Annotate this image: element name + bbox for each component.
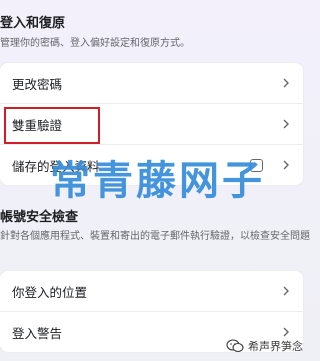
- security-section-description: 針對各個應用程式、裝置和寄出的電子郵件執行驗證，以檢查安全問題: [0, 231, 310, 242]
- security-section-title: 帳號安全檢查: [0, 209, 79, 224]
- login-section-description: 管理你的密碼、登入偏好設定和復原方式。: [0, 38, 190, 49]
- change-password-row[interactable]: 更改密碼: [0, 63, 303, 103]
- chevron-right-icon: [281, 119, 291, 129]
- login-locations-label: 你登入的位置: [12, 285, 88, 300]
- chevron-right-icon: [281, 78, 291, 88]
- chevron-right-icon: [281, 327, 291, 337]
- chevron-right-icon: [281, 160, 291, 170]
- login-alerts-label: 登入警告: [12, 326, 63, 341]
- change-password-label: 更改密碼: [12, 77, 63, 92]
- login-section-title: 登入和復原: [0, 15, 66, 30]
- brand-name: 希声界笋念: [248, 341, 303, 353]
- chevron-right-icon: [281, 286, 291, 296]
- highlight-annotation-box: [4, 107, 100, 144]
- wechat-logo-icon: [226, 339, 244, 353]
- brand-badge: 希声界笋念: [226, 338, 303, 354]
- watermark-text: 常青藤网子: [50, 159, 265, 203]
- login-locations-row[interactable]: 你登入的位置: [0, 271, 303, 311]
